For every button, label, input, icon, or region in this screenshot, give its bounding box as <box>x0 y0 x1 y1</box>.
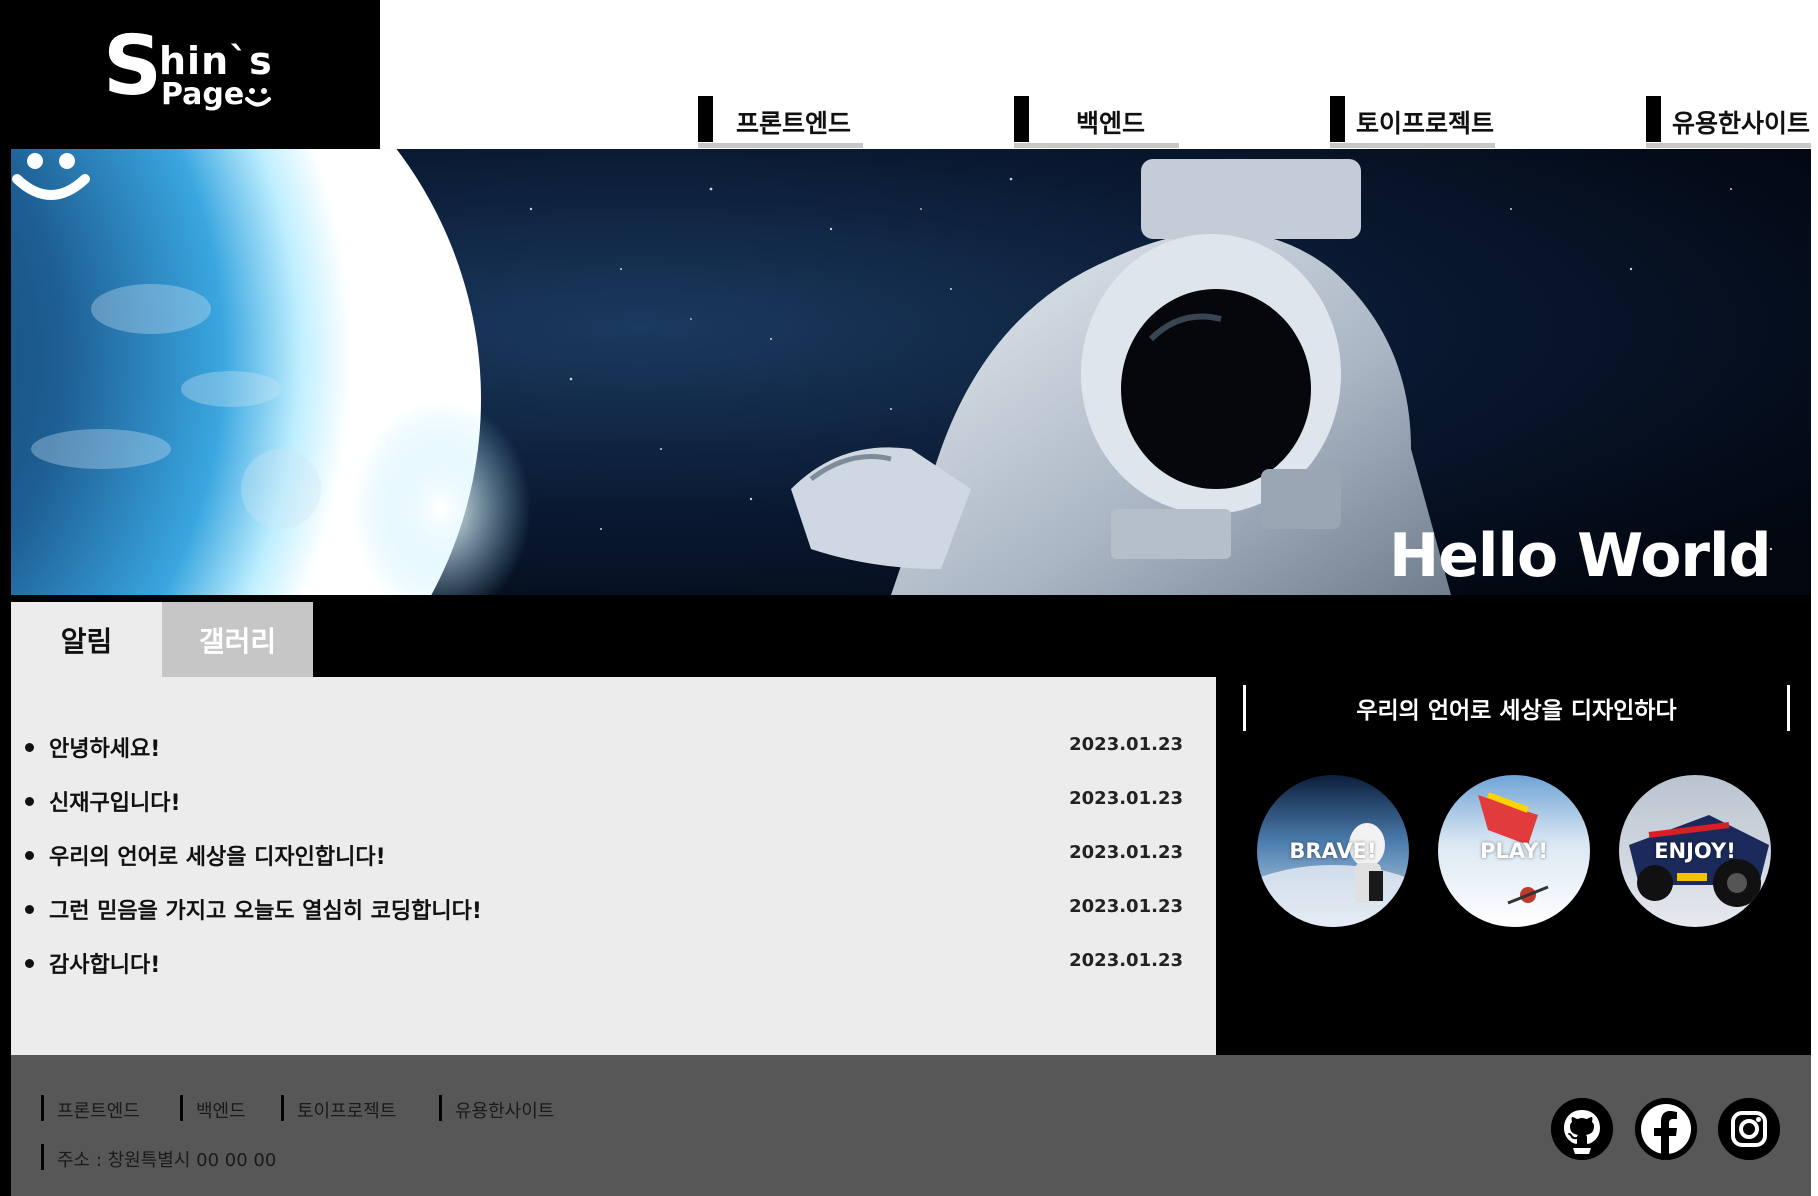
circle-label: PLAY! <box>1480 839 1548 863</box>
gallery-circle-play[interactable]: PLAY! <box>1438 775 1590 927</box>
nav-item-underline <box>1330 143 1495 148</box>
logo-box: S hin`s Page <box>0 0 380 149</box>
nav-item-underline <box>698 143 863 148</box>
footer-link-label: 유용한사이트 <box>455 1101 555 1122</box>
footer-address-marker <box>41 1144 44 1170</box>
instagram-link[interactable] <box>1718 1098 1780 1160</box>
gallery-circle-brave[interactable]: BRAVE! <box>1257 775 1409 927</box>
nav-item-underline <box>1014 143 1179 148</box>
bullet-icon <box>25 905 34 914</box>
site-footer: 프론트엔드 백엔드 토이프로젝트 유용한사이트 주소 : 창원특별시 00 00… <box>11 1055 1811 1196</box>
notice-item[interactable]: 감사합니다! 2023.01.23 <box>11 945 1216 999</box>
notice-item[interactable]: 우리의 언어로 세상을 디자인합니다! 2023.01.23 <box>11 837 1216 891</box>
footer-link-label: 백엔드 <box>196 1101 246 1122</box>
bullet-icon <box>25 959 34 968</box>
nav-item-underline <box>1646 143 1811 148</box>
facebook-link[interactable] <box>1635 1098 1697 1160</box>
notice-title: 신재구입니다! <box>49 791 181 816</box>
github-link[interactable] <box>1551 1098 1613 1160</box>
tagline: 우리의 언어로 세상을 디자인하다 <box>1243 685 1790 731</box>
footer-link-marker <box>41 1095 44 1121</box>
footer-link-label: 프론트엔드 <box>57 1101 140 1122</box>
bullet-icon <box>25 743 34 752</box>
circle-label: ENJOY! <box>1654 839 1736 863</box>
notice-item[interactable]: 신재구입니다! 2023.01.23 <box>11 783 1216 837</box>
tab-gallery[interactable]: 갤러리 <box>162 602 313 677</box>
notice-title: 우리의 언어로 세상을 디자인합니다! <box>49 845 386 870</box>
hero-smile-icon <box>12 153 90 200</box>
footer-link-marker <box>180 1095 183 1121</box>
notice-date: 2023.01.23 <box>1069 896 1183 917</box>
footer-link-marker <box>281 1095 284 1121</box>
footer-address-text: 주소 : 창원특별시 00 00 00 <box>57 1150 277 1171</box>
tab-notice[interactable]: 알림 <box>11 602 162 677</box>
nav-item-label: 유용한사이트 <box>1672 109 1811 138</box>
site-logo[interactable]: S hin`s Page <box>103 26 283 118</box>
notice-title: 그런 믿음을 가지고 오늘도 열심히 코딩합니다! <box>49 899 482 924</box>
logo-letter-s: S <box>103 19 163 114</box>
bullet-icon <box>25 797 34 806</box>
notice-date: 2023.01.23 <box>1069 734 1183 755</box>
hero-banner: Hello World <box>11 149 1811 595</box>
github-icon <box>1551 1098 1613 1160</box>
instagram-icon <box>1718 1098 1780 1160</box>
nav-item-marker <box>1014 96 1029 142</box>
notice-title: 안녕하세요! <box>49 737 161 762</box>
notice-date: 2023.01.23 <box>1069 842 1183 863</box>
nav-item-marker <box>698 96 713 142</box>
circle-label: BRAVE! <box>1289 839 1377 863</box>
bullet-icon <box>25 851 34 860</box>
notice-date: 2023.01.23 <box>1069 788 1183 809</box>
logo-smile-icon <box>245 88 271 107</box>
notice-list: 안녕하세요! 2023.01.23 신재구입니다! 2023.01.23 우리의… <box>11 729 1216 999</box>
nav-item-label: 백엔드 <box>1076 109 1146 138</box>
notice-title: 감사합니다! <box>49 953 161 978</box>
notice-item[interactable]: 그런 믿음을 가지고 오늘도 열심히 코딩합니다! 2023.01.23 <box>11 891 1216 945</box>
gallery-circle-enjoy[interactable]: ENJOY! <box>1619 775 1771 927</box>
facebook-icon <box>1635 1098 1697 1160</box>
notice-date: 2023.01.23 <box>1069 950 1183 971</box>
notice-item[interactable]: 안녕하세요! 2023.01.23 <box>11 729 1216 783</box>
nav-item-label: 프론트엔드 <box>736 109 852 138</box>
logo-line-2: Page <box>161 77 245 112</box>
nav-item-marker <box>1646 96 1661 142</box>
hero-title: Hello World <box>1389 521 1772 591</box>
footer-link-label: 토이프로젝트 <box>297 1101 397 1122</box>
notice-panel: 안녕하세요! 2023.01.23 신재구입니다! 2023.01.23 우리의… <box>11 677 1216 1055</box>
footer-link-marker <box>439 1095 442 1121</box>
nav-item-marker <box>1330 96 1345 142</box>
logo-line-1: hin`s <box>159 39 273 83</box>
nav-item-label: 토이프로젝트 <box>1356 109 1495 138</box>
left-edge-strip <box>0 0 11 1196</box>
site-header: S hin`s Page 프론트엔드 백엔드 토이프로젝트 유용한사이트 <box>0 0 1818 149</box>
